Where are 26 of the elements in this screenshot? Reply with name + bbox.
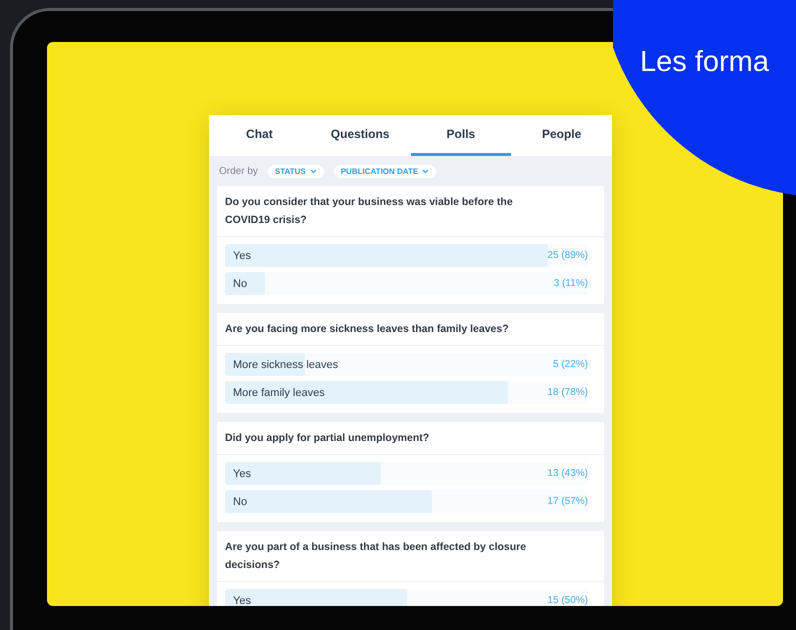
answer-label: Yes (233, 594, 251, 606)
tab[interactable]: People (511, 115, 612, 156)
tab[interactable]: Polls (410, 115, 512, 156)
poll-question: Are you facing more sickness leaves than family leaves? (217, 313, 604, 346)
order-by-label: Order by (219, 166, 258, 177)
answer-label: Yes (233, 468, 251, 480)
answer-result: 13 (43%) (547, 468, 588, 479)
answer-result: 17 (57%) (547, 496, 588, 507)
answer-label: No (233, 496, 248, 508)
answer-result: 15 (50%) (547, 595, 588, 606)
poll-question: Did you apply for partial unemployment? (217, 422, 604, 455)
chevron-down-icon (310, 169, 317, 174)
chevron-down-icon (422, 169, 430, 174)
answer-result: 3 (11%) (554, 278, 588, 289)
answer-label: Yes (233, 250, 251, 262)
poll-question: Do you consider that your business was viable before the COVID19 crisis? (217, 186, 604, 237)
tab[interactable]: Chat (209, 115, 310, 156)
poll-question: Are you part of a business that has been affected by closure decisions? (217, 531, 604, 582)
answer-result: 25 (89%) (547, 250, 588, 261)
banner-heading: Les forma (640, 46, 769, 79)
answer-label: More family leaves (233, 386, 325, 398)
answer-label: More sickness leaves (233, 358, 338, 370)
answer-label: No (233, 278, 248, 290)
tab[interactable]: Questions (310, 115, 410, 156)
answer-result: 5 (22%) (552, 359, 588, 370)
answer-result: 18 (78%) (547, 387, 588, 398)
